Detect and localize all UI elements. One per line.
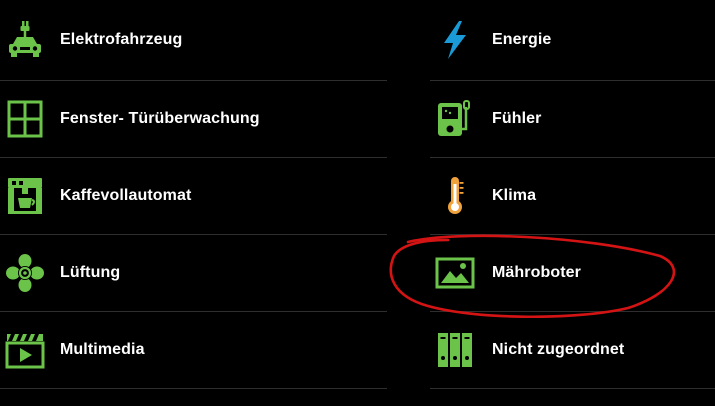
category-item-lueftung[interactable]: Lüftung [0,235,387,312]
window-icon [3,97,47,141]
sensor-icon [433,97,477,141]
category-label: Fenster- Türüberwachung [60,110,260,127]
image-icon [433,251,477,295]
thermometer-icon [433,174,477,218]
category-label: Nicht zugeordnet [492,341,625,358]
category-item-elektrofahrzeug[interactable]: Elektrofahrzeug [0,0,387,81]
binders-icon [433,328,477,372]
coffee-machine-icon [3,174,47,218]
device-category-page: Elektrofahrzeug Fenster- Türüberwachung [0,0,715,406]
clapperboard-icon [3,328,47,372]
category-label: Energie [492,31,552,48]
lightning-bolt-icon [433,18,477,62]
category-list-right: Energie Fühler Klima Mähroboter Nicht zu… [430,0,715,389]
category-item-fenster-tuerueberwachung[interactable]: Fenster- Türüberwachung [0,81,387,158]
category-label: Fühler [492,110,542,127]
category-label: Multimedia [60,341,145,358]
category-label: Klima [492,187,537,204]
category-label: Lüftung [60,264,121,281]
category-list-left: Elektrofahrzeug Fenster- Türüberwachung [0,0,387,389]
category-item-klima[interactable]: Klima [430,158,715,235]
category-label: Elektrofahrzeug [60,31,183,48]
category-item-nicht-zugeordnet[interactable]: Nicht zugeordnet [430,312,715,389]
category-item-multimedia[interactable]: Multimedia [0,312,387,389]
category-item-kaffevollautomat[interactable]: Kaffevollautomat [0,158,387,235]
electric-car-icon [3,18,47,62]
category-label: Mähroboter [492,264,581,281]
category-item-fuehler[interactable]: Fühler [430,81,715,158]
category-item-energie[interactable]: Energie [430,0,715,81]
category-label: Kaffevollautomat [60,187,192,204]
category-item-maehroboter[interactable]: Mähroboter [430,235,715,312]
fan-icon [3,251,47,295]
